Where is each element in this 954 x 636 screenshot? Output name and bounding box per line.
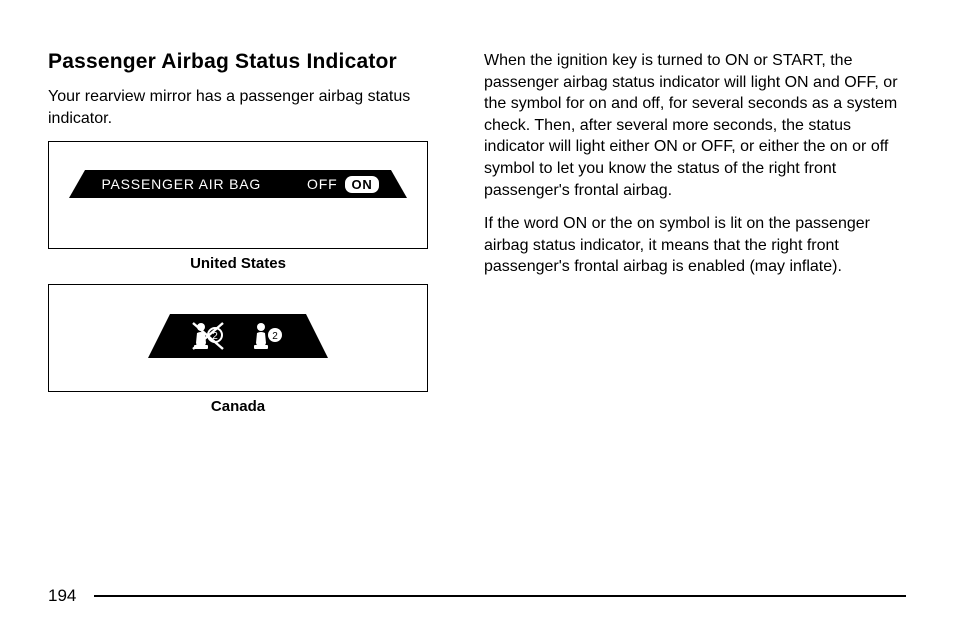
us-off-on-group: OFF ON xyxy=(307,176,379,193)
left-column: Passenger Airbag Status Indicator Your r… xyxy=(48,50,448,427)
two-column-layout: Passenger Airbag Status Indicator Your r… xyxy=(48,50,906,427)
figure-us-box: PASSENGER AIR BAG OFF ON xyxy=(48,141,428,249)
svg-text:2: 2 xyxy=(272,331,278,342)
right-paragraph-2: If the word ON or the on symbol is lit o… xyxy=(484,213,906,278)
us-indicator-bar: PASSENGER AIR BAG OFF ON xyxy=(69,170,407,198)
figure-us-caption: United States xyxy=(48,255,428,272)
us-label-on-pill: ON xyxy=(345,176,378,193)
right-paragraph-1: When the ignition key is turned to ON or… xyxy=(484,50,906,201)
manual-page: Passenger Airbag Status Indicator Your r… xyxy=(0,0,954,636)
page-number: 194 xyxy=(48,586,76,606)
figure-ca-caption: Canada xyxy=(48,398,428,415)
us-label-passenger-air-bag: PASSENGER AIR BAG xyxy=(101,176,261,192)
footer-rule xyxy=(94,595,906,597)
ca-icons-row: 2 2 xyxy=(148,314,328,358)
section-heading: Passenger Airbag Status Indicator xyxy=(48,50,448,74)
us-label-off: OFF xyxy=(307,176,337,192)
ca-indicator-bar: 2 2 xyxy=(148,314,328,358)
airbag-on-icon: 2 xyxy=(251,321,285,351)
right-column: When the ignition key is turned to ON or… xyxy=(484,50,906,427)
us-indicator-text-row: PASSENGER AIR BAG OFF ON xyxy=(69,170,407,198)
intro-paragraph: Your rearview mirror has a passenger air… xyxy=(48,86,448,129)
page-footer: 194 xyxy=(48,586,906,606)
airbag-off-icon: 2 xyxy=(191,321,225,351)
figure-ca-box: 2 2 xyxy=(48,284,428,392)
